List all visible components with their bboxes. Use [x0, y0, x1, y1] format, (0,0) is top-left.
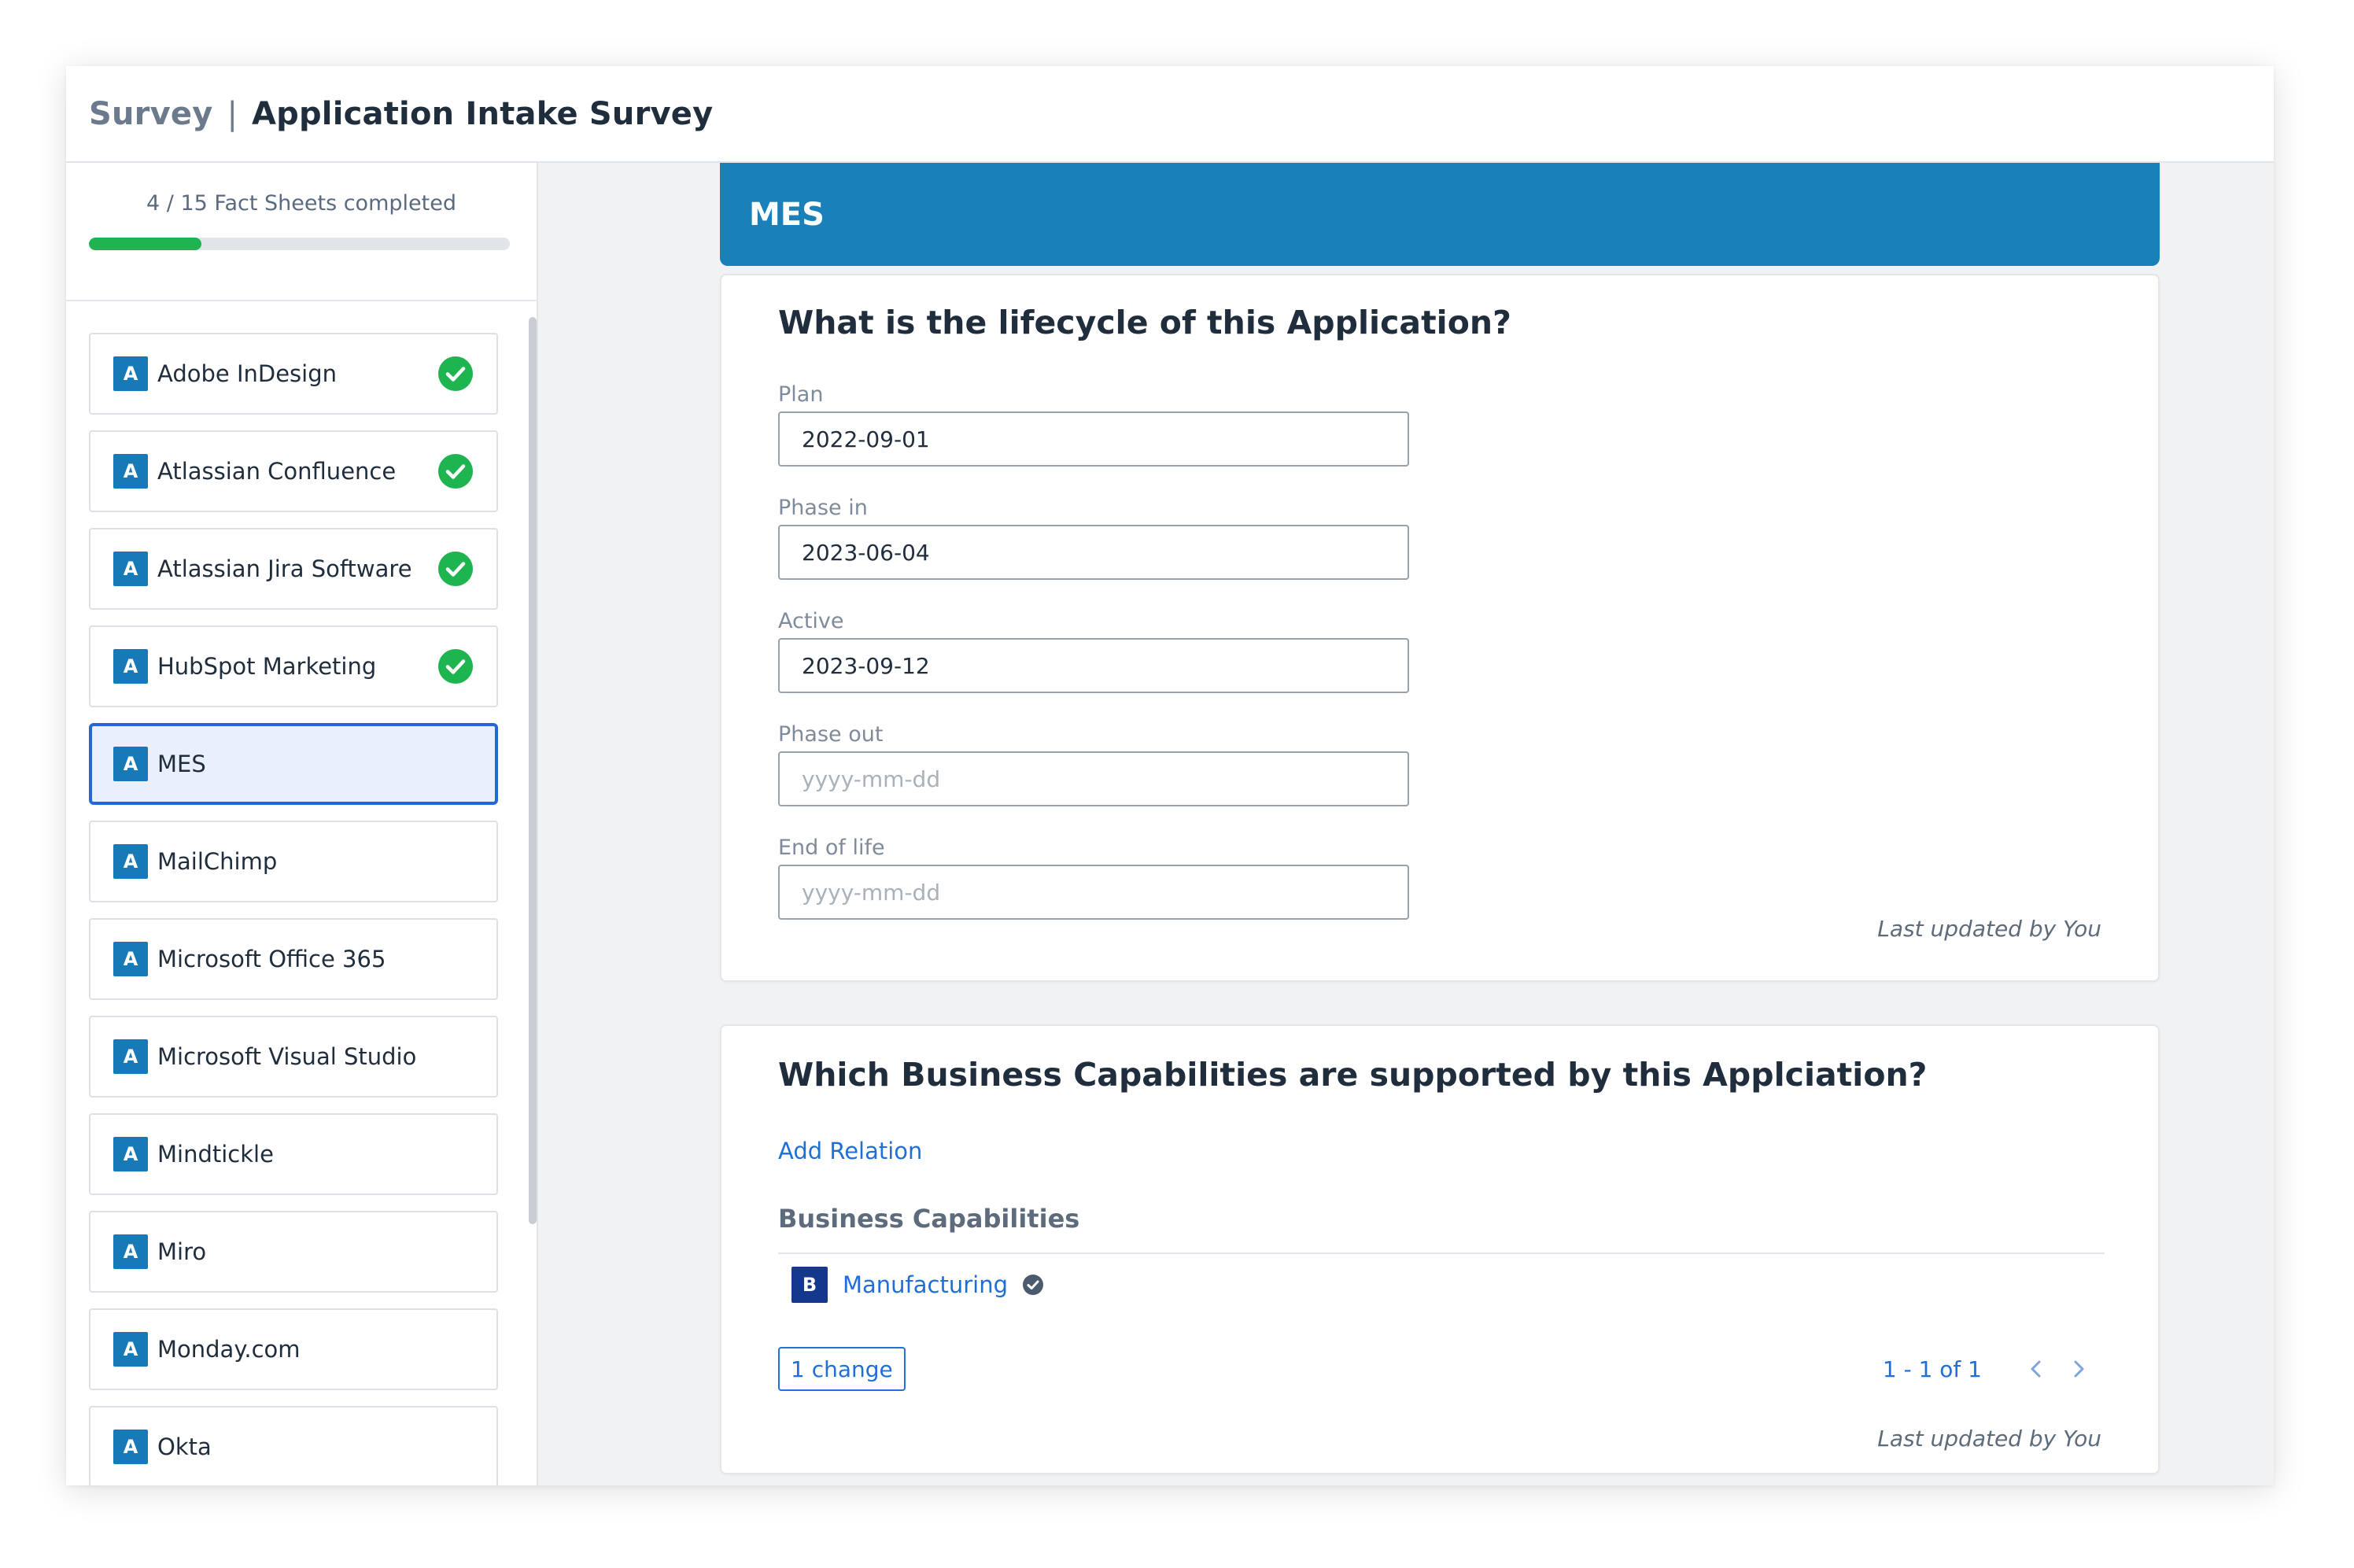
- lifecycle-date-input[interactable]: [778, 638, 1409, 693]
- application-type-badge: A: [113, 1234, 148, 1269]
- lifecycle-last-updated: Last updated by You: [1877, 916, 2101, 942]
- fact-sheet-item-label: Atlassian Jira Software: [157, 555, 412, 582]
- chevron-left-icon[interactable]: [2024, 1357, 2048, 1381]
- progress-bar: [89, 238, 510, 250]
- page-title: Application Intake Survey: [251, 95, 714, 132]
- fact-sheet-item-label: Atlassian Confluence: [157, 458, 397, 485]
- fact-sheet-sidebar: 4 / 15 Fact Sheets completed A Adobe InDe…: [66, 163, 538, 1485]
- list-scrollbar[interactable]: [529, 317, 537, 1224]
- capabilities-section-title: Business Capabilities: [778, 1204, 1080, 1234]
- fact-sheet-item[interactable]: A Microsoft Visual Studio: [89, 1016, 498, 1098]
- change-button[interactable]: 1 change: [778, 1347, 906, 1391]
- fact-sheet-item-label: MailChimp: [157, 848, 278, 875]
- fact-sheet-item-label: Microsoft Visual Studio: [157, 1043, 417, 1070]
- capability-link-manufacturing[interactable]: Manufacturing: [843, 1271, 1008, 1298]
- chevron-right-icon[interactable]: [2067, 1357, 2090, 1381]
- application-type-badge: A: [113, 454, 148, 489]
- application-type-badge: A: [113, 1332, 148, 1367]
- progress-text: 4 / 15 Fact Sheets completed: [146, 191, 456, 216]
- fact-sheet-item[interactable]: A Adobe InDesign: [89, 333, 498, 415]
- capabilities-last-updated: Last updated by You: [1877, 1426, 2101, 1452]
- pagination-text: 1 - 1 of 1: [1882, 1356, 1982, 1382]
- application-type-badge: A: [113, 552, 148, 586]
- section-divider: [778, 1253, 2105, 1254]
- lifecycle-date-input[interactable]: [778, 865, 1409, 920]
- fact-sheet-list[interactable]: A Adobe InDesign A Atlassian Confluence A Atl…: [66, 300, 537, 1485]
- capability-type-badge: B: [791, 1267, 828, 1303]
- fact-sheet-item[interactable]: A Atlassian Confluence: [89, 430, 498, 512]
- fact-sheet-item-label: Adobe InDesign: [157, 360, 338, 387]
- application-type-badge: A: [113, 942, 148, 976]
- fact-sheet-item[interactable]: A Miro: [89, 1211, 498, 1293]
- application-type-badge: A: [113, 747, 148, 781]
- fact-sheet-item[interactable]: A Mindtickle: [89, 1113, 498, 1195]
- page-header: Survey | Application Intake Survey: [66, 66, 2274, 163]
- lifecycle-field-label: Active: [778, 609, 844, 633]
- application-type-badge: A: [113, 1430, 148, 1464]
- lifecycle-question: What is the lifecycle of this Applicatio…: [778, 304, 1511, 341]
- verified-check-icon: [1023, 1275, 1043, 1295]
- check-circle-icon: [438, 356, 473, 391]
- lifecycle-card: What is the lifecycle of this Applicatio…: [720, 274, 2160, 982]
- breadcrumb-separator: |: [227, 95, 238, 132]
- capabilities-card: Which Business Capabilities are supporte…: [720, 1024, 2160, 1474]
- fact-sheet-item[interactable]: A MES: [89, 723, 498, 805]
- breadcrumb-survey[interactable]: Survey: [89, 96, 213, 132]
- add-relation-link[interactable]: Add Relation: [778, 1138, 922, 1164]
- capabilities-question: Which Business Capabilities are supporte…: [778, 1056, 1928, 1094]
- application-type-badge: A: [113, 1137, 148, 1171]
- progress-bar-fill: [89, 238, 201, 250]
- lifecycle-date-input[interactable]: [778, 751, 1409, 806]
- pagination: 1 - 1 of 1: [1883, 1350, 2090, 1388]
- fact-sheet-banner: MES: [720, 163, 2160, 266]
- lifecycle-date-input[interactable]: [778, 525, 1409, 580]
- lifecycle-field-label: End of life: [778, 836, 885, 860]
- lifecycle-field-label: Plan: [778, 382, 824, 407]
- survey-window: Survey | Application Intake Survey 4 / 1…: [66, 66, 2274, 1485]
- capability-row: B Manufacturing: [791, 1267, 1044, 1303]
- fact-sheet-item-label: Microsoft Office 365: [157, 946, 386, 972]
- fact-sheet-item-label: Mindtickle: [157, 1141, 274, 1168]
- application-type-badge: A: [113, 1039, 148, 1074]
- fact-sheet-item-label: HubSpot Marketing: [157, 653, 377, 680]
- fact-sheet-item-label: MES: [157, 751, 206, 777]
- fact-sheet-item-label: Monday.com: [157, 1336, 301, 1363]
- fact-sheet-item[interactable]: A Microsoft Office 365: [89, 918, 498, 1000]
- fact-sheet-item-label: Okta: [157, 1433, 212, 1460]
- fact-sheet-item[interactable]: A MailChimp: [89, 821, 498, 902]
- check-circle-icon: [438, 454, 473, 489]
- lifecycle-field-label: Phase in: [778, 496, 868, 520]
- fact-sheet-title: MES: [749, 196, 825, 233]
- fact-sheet-item[interactable]: A Monday.com: [89, 1308, 498, 1390]
- fact-sheet-item[interactable]: A Okta: [89, 1406, 498, 1485]
- lifecycle-date-input[interactable]: [778, 411, 1409, 467]
- application-type-badge: A: [113, 844, 148, 879]
- application-type-badge: A: [113, 649, 148, 684]
- check-circle-icon: [438, 649, 473, 684]
- progress-section: 4 / 15 Fact Sheets completed: [66, 163, 537, 301]
- fact-sheet-item[interactable]: A HubSpot Marketing: [89, 625, 498, 707]
- fact-sheet-item-label: Miro: [157, 1238, 207, 1265]
- lifecycle-field-label: Phase out: [778, 722, 884, 747]
- application-type-badge: A: [113, 356, 148, 391]
- fact-sheet-item[interactable]: A Atlassian Jira Software: [89, 528, 498, 610]
- check-circle-icon: [438, 552, 473, 586]
